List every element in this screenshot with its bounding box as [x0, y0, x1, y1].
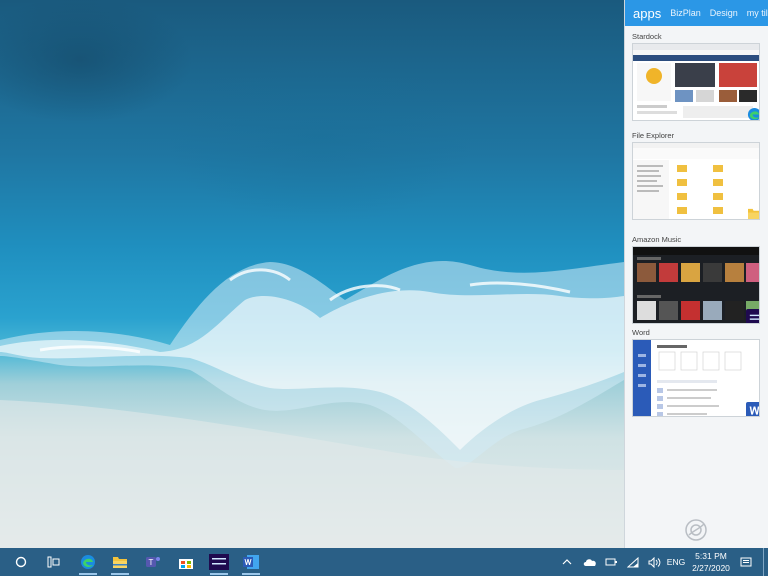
start-button[interactable]	[6, 548, 36, 576]
store-icon	[179, 558, 193, 569]
app-card-label: File Explorer	[632, 131, 675, 140]
tab-my-tiles[interactable]: my tiles	[747, 8, 768, 18]
edge-icon	[81, 555, 95, 569]
word-icon	[746, 402, 759, 416]
panel-tab-bar: apps BizPlan Design my tiles	[625, 0, 768, 26]
wifi-icon	[627, 556, 639, 567]
clock-date: 2/27/2020	[692, 563, 730, 573]
show-desktop-button[interactable]	[763, 548, 764, 576]
desktop-wallpaper	[0, 0, 624, 548]
svg-text:T: T	[149, 558, 154, 567]
wave-foam	[0, 260, 624, 548]
taskbar-word-button[interactable]	[236, 548, 266, 576]
app-switcher-panel: apps BizPlan Design my tiles Stardock	[624, 0, 768, 548]
word-thumbnail-art	[633, 340, 742, 416]
onedrive-tray-button[interactable]	[582, 548, 598, 576]
app-card-file-explorer[interactable]: File Explorer	[632, 131, 763, 220]
show-hidden-icons-button[interactable]	[560, 548, 574, 576]
explorer-thumbnail-art	[633, 143, 759, 219]
browser-thumbnail-art	[633, 44, 759, 118]
app-card-amazon-music[interactable]: Amazon Music	[632, 235, 763, 324]
tab-apps[interactable]: apps	[633, 6, 661, 21]
app-thumbnail[interactable]	[632, 339, 760, 417]
taskbar-store-button[interactable]	[171, 548, 201, 576]
clock-button[interactable]: 5:31 PM 2/27/2020	[688, 550, 734, 574]
input-language-button[interactable]: ENG	[664, 548, 688, 576]
file-explorer-icon	[113, 557, 127, 568]
taskbar-amazon-music-button[interactable]	[204, 548, 234, 576]
cloud-icon	[583, 558, 596, 566]
start-icon	[15, 556, 27, 568]
taskbar-edge-button[interactable]	[73, 548, 103, 576]
network-icon	[605, 558, 617, 566]
app-card-label: Stardock	[632, 32, 662, 41]
teams-icon: T	[146, 557, 160, 567]
speaker-icon	[648, 556, 660, 568]
clock-time: 5:31 PM	[695, 551, 727, 561]
network-tray-button[interactable]	[603, 548, 619, 576]
action-center-button[interactable]	[738, 548, 754, 576]
chevron-up-icon	[562, 559, 572, 565]
app-card-label: Word	[632, 328, 650, 337]
volume-tray-button[interactable]	[646, 548, 662, 576]
tab-design[interactable]: Design	[710, 8, 738, 18]
wifi-tray-button[interactable]	[625, 548, 641, 576]
app-card-label: Amazon Music	[632, 235, 682, 244]
tab-bizplan[interactable]: BizPlan	[670, 8, 701, 18]
folder-icon	[746, 205, 759, 219]
word-icon	[243, 555, 259, 569]
music-thumbnail-art	[633, 247, 759, 320]
app-card-word[interactable]: Word	[632, 328, 763, 417]
amazon-music-icon	[209, 554, 229, 570]
app-thumbnail[interactable]	[632, 246, 760, 324]
taskbar-file-explorer-button[interactable]	[105, 548, 135, 576]
task-view-icon	[47, 556, 59, 568]
taskbar-teams-button[interactable]: T	[138, 548, 168, 576]
app-card-stardock[interactable]: Stardock	[632, 32, 763, 121]
taskbar: T ENG 5:31 PM 2/27/2020	[0, 548, 768, 576]
amazon-music-icon	[746, 309, 759, 323]
notification-icon	[740, 557, 752, 566]
task-view-button[interactable]	[38, 548, 68, 576]
app-thumbnail[interactable]	[632, 43, 760, 121]
app-thumbnail[interactable]	[632, 142, 760, 220]
edge-icon	[746, 106, 759, 120]
stardock-logo-icon[interactable]	[685, 519, 707, 541]
